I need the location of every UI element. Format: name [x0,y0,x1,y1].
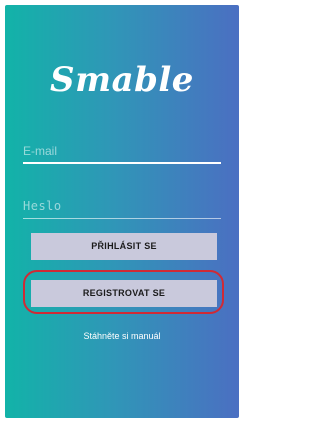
login-button[interactable]: PŘIHLÁSIT SE [31,233,217,260]
password-placeholder: Heslo [23,199,62,213]
password-underline [23,218,221,219]
register-button[interactable]: REGISTROVAT SE [31,280,217,307]
app-logo: Smable [50,60,194,100]
password-field[interactable]: Heslo [23,197,221,219]
email-field[interactable]: E-mail [23,142,221,164]
app-screen: Smable E-mail Heslo PŘIHLÁSIT SE REGISTR… [5,5,239,418]
download-manual-link[interactable]: Stáhněte si manuál [5,331,239,341]
email-underline [23,162,221,164]
email-placeholder: E-mail [23,144,58,158]
